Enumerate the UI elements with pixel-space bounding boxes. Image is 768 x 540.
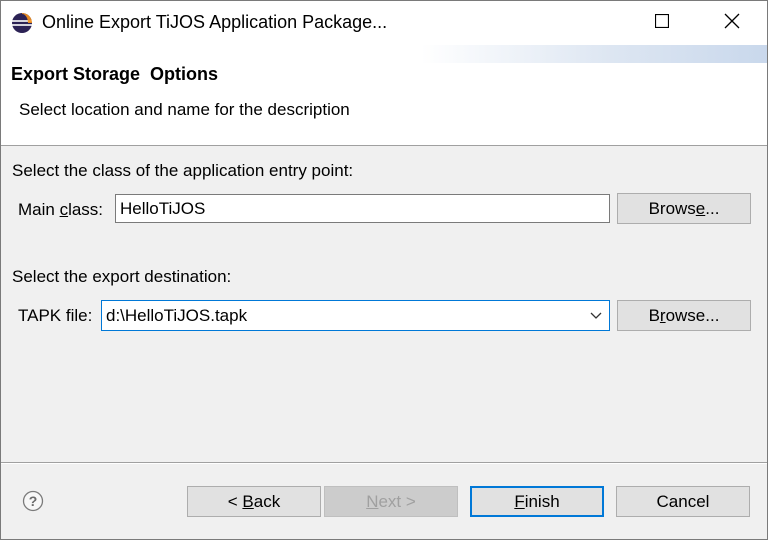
main-class-label: Main class: <box>18 200 104 219</box>
footer-separator <box>1 462 767 464</box>
svg-text:?: ? <box>29 493 38 509</box>
finish-button[interactable]: Finish <box>470 486 604 517</box>
destination-heading: Select the export destination: <box>12 267 232 286</box>
next-button[interactable]: Next > <box>324 486 458 517</box>
main-class-browse-button[interactable]: Brows e... <box>617 193 751 224</box>
help-icon[interactable]: ? <box>22 490 44 512</box>
close-button[interactable] <box>709 1 755 45</box>
page-title: Export Storage Options <box>11 64 219 84</box>
tapk-browse-button[interactable]: Br owse... <box>617 300 751 331</box>
back-button[interactable]: < Back <box>187 486 321 517</box>
banner-decoration <box>421 45 767 63</box>
maximize-button[interactable] <box>639 1 685 45</box>
page-description: Select location and name for the descrip… <box>19 100 350 119</box>
close-icon <box>724 13 740 34</box>
tapk-file-label: TAPK file: <box>18 306 93 325</box>
wizard-banner: Export Storage Options Select location a… <box>1 45 767 146</box>
eclipse-icon <box>11 12 33 34</box>
window-title: Online Export TiJOS Application Package.… <box>42 12 388 32</box>
tapk-file-value: d:\HelloTiJOS.tapk <box>106 305 248 325</box>
main-class-input[interactable] <box>115 194 610 223</box>
export-dialog-window: Online Export TiJOS Application Package.… <box>0 0 768 540</box>
title-bar[interactable]: Online Export TiJOS Application Package.… <box>1 1 767 45</box>
tapk-file-combo[interactable]: d:\HelloTiJOS.tapk <box>101 300 610 331</box>
maximize-icon <box>654 13 670 33</box>
chevron-down-icon[interactable] <box>583 301 609 330</box>
main-class-heading: Select the class of the application entr… <box>12 161 354 180</box>
cancel-button[interactable]: Cancel <box>616 486 750 517</box>
